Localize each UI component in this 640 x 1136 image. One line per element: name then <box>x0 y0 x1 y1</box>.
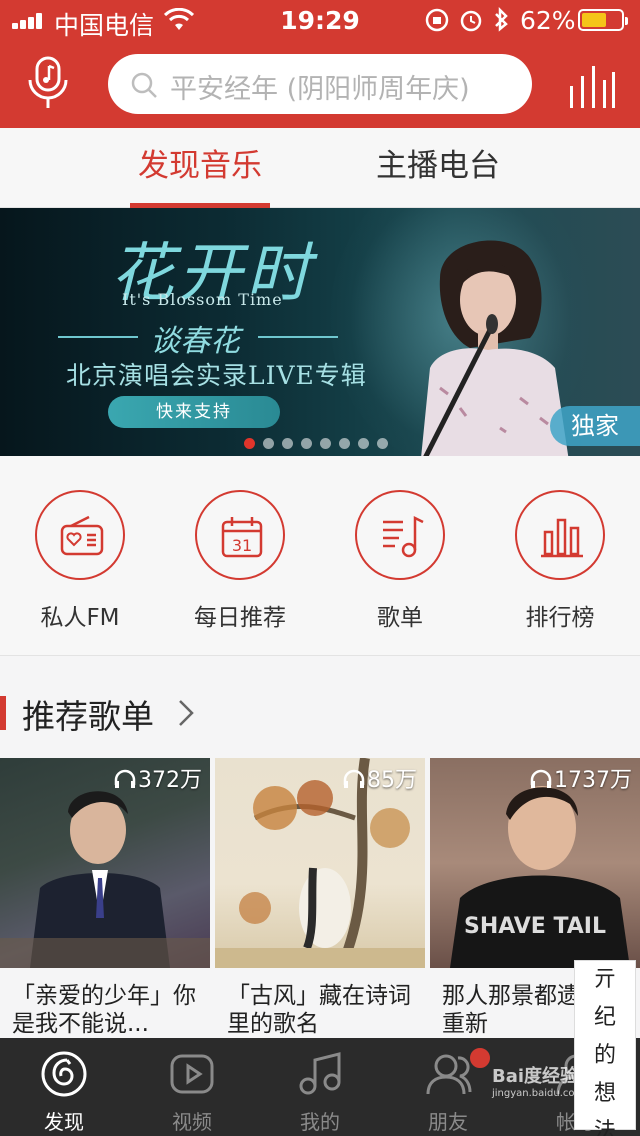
top-header: 中国电信 19:29 62% 平安经年 (阴阳师周年庆) <box>0 0 640 128</box>
play-count: 1737万 <box>530 762 632 794</box>
nav-label: 朋友 <box>428 1110 468 1134</box>
carousel-dot[interactable] <box>339 438 350 449</box>
quick-playlist[interactable]: 歌单 <box>320 490 480 632</box>
play-count: 372万 <box>114 762 202 794</box>
play-count: 85万 <box>343 762 417 794</box>
headphones-icon <box>114 769 136 788</box>
quick-label: 歌单 <box>377 605 423 631</box>
mic-note-icon[interactable] <box>28 56 68 110</box>
baidu-watermark: Bai度经验 jingyan.baidu.com <box>492 1066 585 1099</box>
banner-artist: 谈春花 <box>150 324 240 359</box>
nav-discover[interactable]: 发现 <box>0 1038 128 1136</box>
banner-concert: 北京演唱会实录LIVE专辑 <box>66 361 367 390</box>
headphones-icon <box>530 769 552 788</box>
carousel-dot[interactable] <box>244 438 255 449</box>
carousel-dot[interactable] <box>282 438 293 449</box>
exclusive-badge: 独家 <box>550 406 640 446</box>
battery-icon <box>578 9 628 31</box>
carousel-dot[interactable] <box>377 438 388 449</box>
search-icon <box>131 72 157 98</box>
nav-label: 视频 <box>172 1110 212 1134</box>
headphones-icon <box>343 769 365 788</box>
playlist-name: 「古风」藏在诗词里的歌名 <box>227 983 411 1037</box>
status-icons <box>425 7 508 32</box>
banner-subtitle: It's Blossom Time <box>122 290 283 309</box>
recommended-playlists-header[interactable]: 推荐歌单 <box>0 690 640 736</box>
quick-label: 私人FM <box>40 605 120 631</box>
nav-label: 我的 <box>300 1110 340 1134</box>
tab-radio[interactable]: 主播电台 <box>368 128 508 208</box>
section-title: 推荐歌单 <box>22 697 154 736</box>
section-accent <box>0 696 6 730</box>
carousel-dot[interactable] <box>320 438 331 449</box>
playlist-cover: SHAVE TAIL 1737万 <box>430 758 640 968</box>
banner-support-button[interactable]: 快来支持 <box>108 396 280 428</box>
status-bar: 中国电信 19:29 62% <box>0 0 640 40</box>
top-tabs: 发现音乐 主播电台 <box>0 128 640 208</box>
carousel-dots[interactable] <box>244 434 396 449</box>
alarm-icon <box>460 10 482 32</box>
equalizer-icon[interactable] <box>568 62 616 108</box>
calendar-date: 31 <box>232 536 252 555</box>
video-play-icon <box>170 1054 214 1094</box>
quick-label: 每日推荐 <box>194 605 286 631</box>
radio-heart-icon <box>60 515 104 556</box>
carousel-dot[interactable] <box>358 438 369 449</box>
playlist-card[interactable]: 85万 「古风」藏在诗词里的歌名 <box>215 758 425 1042</box>
battery-percent: 62% <box>520 6 576 35</box>
notification-dot <box>468 1046 492 1070</box>
playlist-card[interactable]: 372万 「亲爱的少年」你是我不能说... <box>0 758 210 1042</box>
quick-ranking[interactable]: 排行榜 <box>480 490 640 632</box>
rotation-lock-icon <box>425 8 449 32</box>
quick-entries: 私人FM 31 每日推荐 歌单 排行榜 <box>0 456 640 656</box>
playlist-name: 「亲爱的少年」你是我不能说... <box>12 983 196 1037</box>
chevron-right-icon <box>179 700 194 726</box>
handwriting-watermark: 亓 纪 的 想 法 <box>574 960 636 1136</box>
bluetooth-icon <box>495 7 508 32</box>
playlist-cover: 372万 <box>0 758 210 968</box>
nav-mine[interactable]: 我的 <box>256 1038 384 1136</box>
ranking-bars-icon <box>541 518 583 558</box>
carousel-dot[interactable] <box>301 438 312 449</box>
quick-private-fm[interactable]: 私人FM <box>0 490 160 632</box>
svg-text:SHAVE TAIL: SHAVE TAIL <box>464 914 606 939</box>
tab-discover[interactable]: 发现音乐 <box>130 128 270 208</box>
friends-icon <box>426 1054 472 1095</box>
nav-label: 发现 <box>44 1110 84 1134</box>
search-bar[interactable]: 平安经年 (阴阳师周年庆) <box>108 54 532 114</box>
nav-video[interactable]: 视频 <box>128 1038 256 1136</box>
calendar-icon: 31 <box>221 517 263 558</box>
quick-daily[interactable]: 31 每日推荐 <box>160 490 320 632</box>
carousel-dot[interactable] <box>263 438 274 449</box>
playlist-cover: 85万 <box>215 758 425 968</box>
banner-carousel[interactable]: 花开时 It's Blossom Time 谈春花 北京演唱会实录LIVE专辑 … <box>0 208 640 456</box>
netease-logo-icon <box>41 1051 87 1097</box>
music-note-icon <box>299 1052 341 1095</box>
quick-label: 排行榜 <box>525 605 595 631</box>
search-placeholder: 平安经年 (阴阳师周年庆) <box>170 74 470 105</box>
playlist-note-icon <box>383 515 424 558</box>
